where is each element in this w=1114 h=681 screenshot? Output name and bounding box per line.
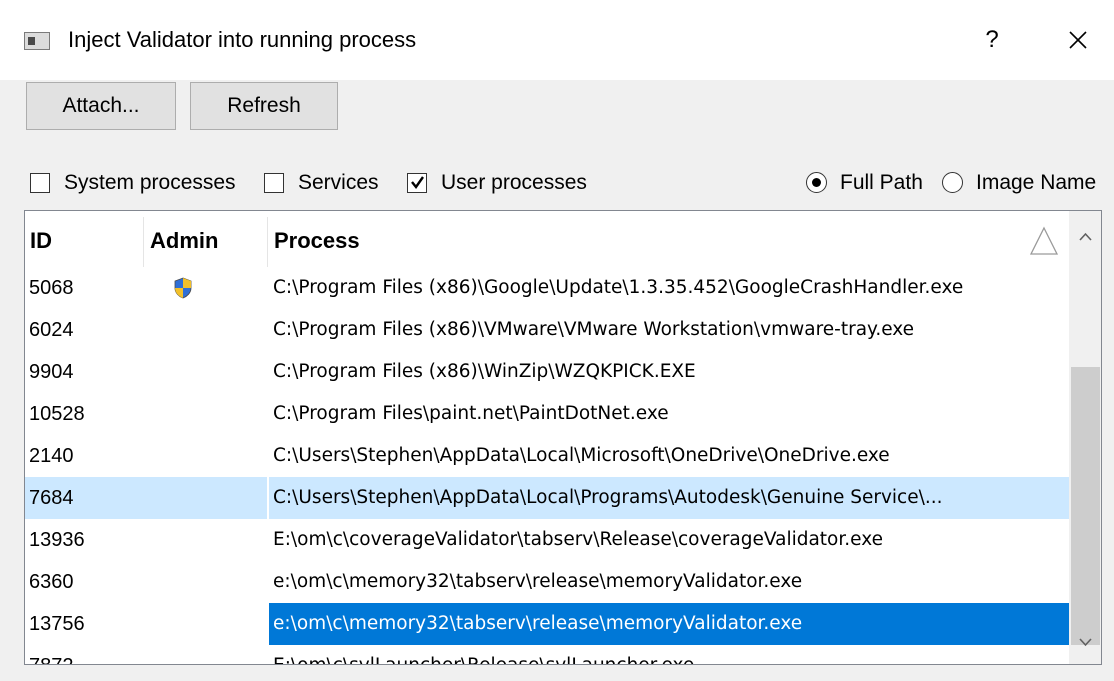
column-header-id[interactable]: ID xyxy=(25,211,143,267)
table-row[interactable]: 6024 C:\Program Files (x86)\VMware\VMwar… xyxy=(25,309,1069,351)
process-path: e:\om\c\memory32\tabserv\release\memoryV… xyxy=(269,603,1069,645)
table-row[interactable]: 13936 E:\om\c\coverageValidator\tabserv\… xyxy=(25,519,1069,561)
system-processes-label: System processes xyxy=(64,171,236,194)
admin-cell xyxy=(143,561,267,603)
process-path: C:\Users\Stephen\AppData\Local\Programs\… xyxy=(269,477,1069,519)
services-checkbox[interactable] xyxy=(264,173,284,193)
vertical-scrollbar[interactable] xyxy=(1069,211,1101,664)
chevron-up-icon xyxy=(1079,232,1092,241)
table-row[interactable]: 10528 C:\Program Files\paint.net\PaintDo… xyxy=(25,393,1069,435)
user-processes-label: User processes xyxy=(441,171,587,194)
admin-cell xyxy=(143,603,267,645)
table-row-selected[interactable]: 13756 e:\om\c\memory32\tabserv\release\m… xyxy=(25,603,1069,645)
table-row[interactable]: 5068 C:\Program Files (x86)\Google\Updat… xyxy=(25,267,1069,309)
attach-button[interactable]: Attach... xyxy=(26,82,176,130)
admin-cell xyxy=(143,309,267,351)
process-id: 7684 xyxy=(25,477,143,519)
sort-ascending-icon xyxy=(1029,226,1059,255)
full-path-radio[interactable] xyxy=(806,172,827,193)
system-processes-checkbox[interactable] xyxy=(30,173,50,193)
admin-cell xyxy=(143,393,267,435)
services-label: Services xyxy=(298,171,379,194)
refresh-button[interactable]: Refresh xyxy=(190,82,338,130)
process-list[interactable]: ID Admin Process 5068 C:\Program Files (… xyxy=(24,210,1102,665)
full-path-label: Full Path xyxy=(840,171,923,194)
chevron-down-icon xyxy=(1079,638,1092,647)
column-divider[interactable] xyxy=(143,217,144,267)
process-path: e:\om\c\memory32\tabserv\release\memoryV… xyxy=(273,571,803,592)
column-header-admin[interactable]: Admin xyxy=(145,211,269,267)
table-row[interactable]: 7872 E:\om\c\svlLauncher\Release\svlLaun… xyxy=(25,645,1069,664)
process-id: 13936 xyxy=(29,529,85,551)
column-divider[interactable] xyxy=(267,217,268,267)
process-path: C:\Program Files (x86)\Google\Update\1.3… xyxy=(273,277,964,298)
process-id: 9904 xyxy=(29,361,74,383)
admin-cell xyxy=(143,519,267,561)
process-id: 10528 xyxy=(29,403,85,425)
column-header-process[interactable]: Process xyxy=(269,211,1029,267)
process-id: 6360 xyxy=(29,571,74,593)
app-window-icon xyxy=(24,32,50,50)
close-icon xyxy=(1069,31,1087,49)
admin-cell xyxy=(143,267,267,309)
process-id: 7872 xyxy=(25,645,143,664)
process-path: C:\Program Files (x86)\WinZip\WZQKPICK.E… xyxy=(273,361,696,382)
scroll-up-button[interactable] xyxy=(1069,211,1101,263)
process-id: 2140 xyxy=(29,445,74,467)
process-id: 5068 xyxy=(29,277,74,299)
admin-cell xyxy=(143,477,267,519)
shield-icon xyxy=(174,277,192,299)
admin-cell xyxy=(143,351,267,393)
table-row[interactable]: 2140 C:\Users\Stephen\AppData\Local\Micr… xyxy=(25,435,1069,477)
radio-selected-dot xyxy=(812,178,821,187)
process-path: C:\Program Files (x86)\VMware\VMware Wor… xyxy=(273,319,915,340)
close-button[interactable] xyxy=(1056,22,1100,58)
process-path: C:\Users\Stephen\AppData\Local\Microsoft… xyxy=(273,445,890,466)
process-path: E:\om\c\svlLauncher\Release\svlLauncher.… xyxy=(269,645,1069,664)
image-name-label: Image Name xyxy=(976,171,1097,194)
table-row-hover[interactable]: 7684 C:\Users\Stephen\AppData\Local\Prog… xyxy=(25,477,1069,519)
scroll-thumb[interactable] xyxy=(1071,367,1100,645)
admin-cell xyxy=(143,645,267,664)
list-header: ID Admin Process xyxy=(25,211,1069,267)
window-title: Inject Validator into running process xyxy=(68,27,417,52)
process-id: 6024 xyxy=(29,319,74,341)
process-id: 13756 xyxy=(29,613,85,635)
process-path: E:\om\c\coverageValidator\tabserv\Releas… xyxy=(273,529,883,550)
table-row[interactable]: 9904 C:\Program Files (x86)\WinZip\WZQKP… xyxy=(25,351,1069,393)
title-bar: Inject Validator into running process ? xyxy=(0,0,1114,80)
user-processes-checkbox[interactable] xyxy=(407,173,427,193)
table-row[interactable]: 6360 e:\om\c\memory32\tabserv\release\me… xyxy=(25,561,1069,603)
scroll-down-button[interactable] xyxy=(1069,623,1101,664)
help-button[interactable]: ? xyxy=(972,24,1012,56)
process-path: C:\Program Files\paint.net\PaintDotNet.e… xyxy=(273,403,669,424)
checkmark-icon xyxy=(411,176,424,190)
image-name-radio[interactable] xyxy=(942,172,963,193)
admin-cell xyxy=(143,435,267,477)
